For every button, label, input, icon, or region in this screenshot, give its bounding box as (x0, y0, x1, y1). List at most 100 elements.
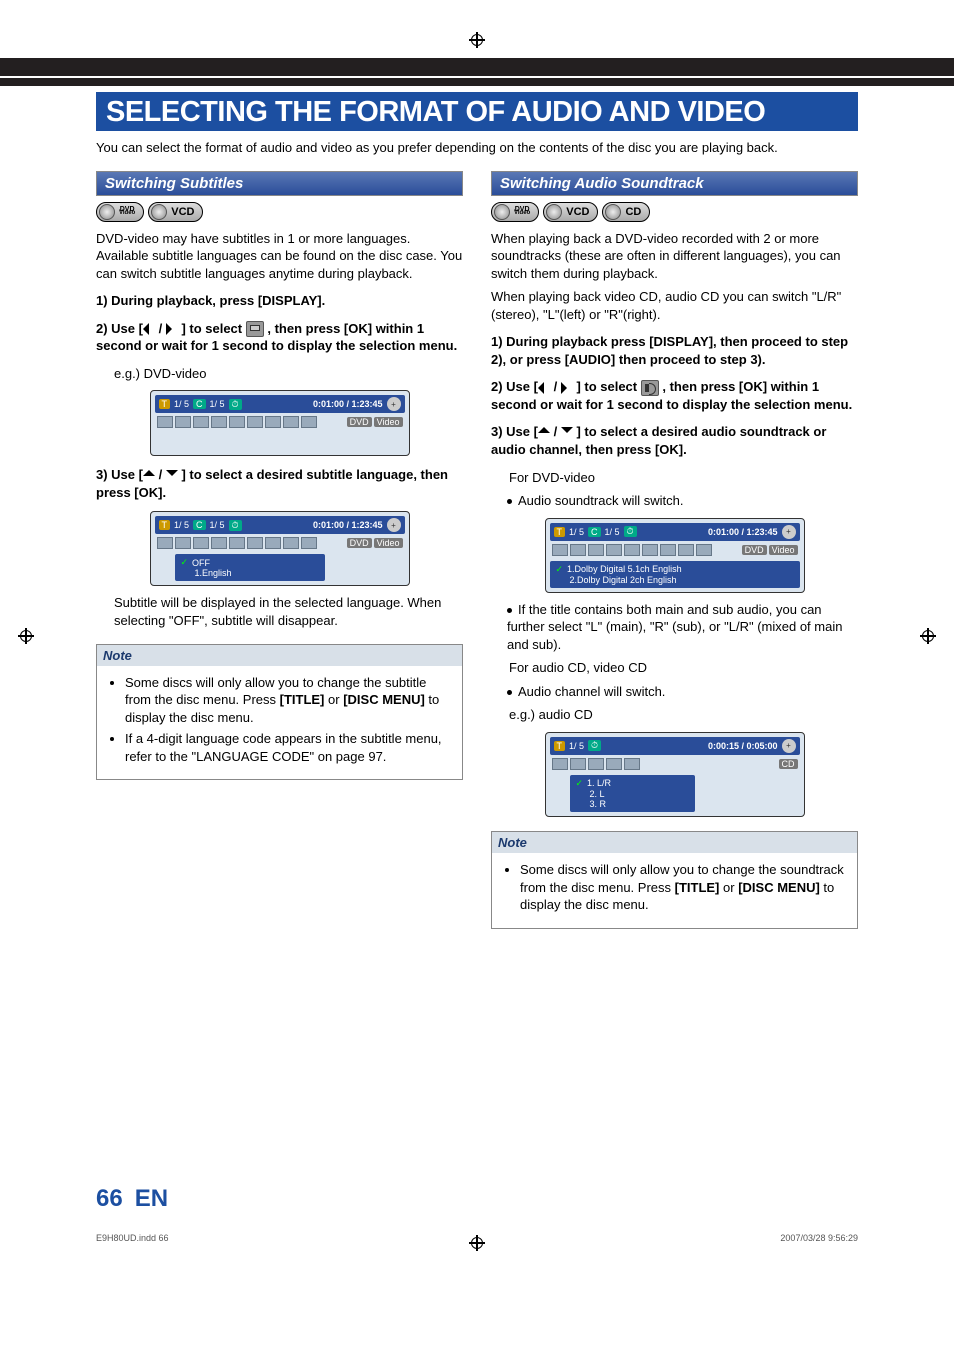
note-heading: Note (492, 832, 857, 853)
osd-icon (157, 537, 173, 549)
disc-icon (494, 204, 510, 220)
osd-title-counter: 1/ 5 (569, 527, 584, 537)
osd-icon (229, 537, 245, 549)
osd-icon (624, 544, 640, 556)
osd-chapter-counter: 1/ 5 (210, 399, 225, 409)
osd-example-4: T 1/ 5 ⏱ 0:00:15 / 0:05:00 + CD ✓1. L/R … (545, 732, 805, 817)
osd-badge: Video (374, 417, 403, 427)
osd-badge: DVD (742, 545, 767, 555)
left-column: Switching Subtitles DVDVideo VCD DVD-vid… (96, 171, 463, 929)
body-text: DVD-video may have subtitles in 1 or mor… (96, 230, 463, 283)
osd-chapter-chip: C (193, 520, 206, 530)
page-title: SELECTING THE FORMAT OF AUDIO AND VIDEO (96, 92, 858, 131)
osd-icon (247, 416, 263, 428)
osd-icon (570, 758, 586, 770)
osd-chapter-counter: 1/ 5 (210, 520, 225, 530)
subtitle-icon (246, 321, 264, 337)
osd-icon (624, 758, 640, 770)
osd-icon (193, 416, 209, 428)
down-arrow-icon (166, 470, 178, 482)
osd-menu-item: 1.Dolby Digital 5.1ch English (567, 564, 682, 574)
disc-icon (99, 204, 115, 220)
osd-title-counter: 1/ 5 (569, 741, 584, 751)
section-header-subtitles: Switching Subtitles (96, 171, 463, 196)
osd-icon (247, 537, 263, 549)
crop-mark-icon (469, 1235, 485, 1251)
note-item: Some discs will only allow you to change… (125, 674, 454, 727)
osd-icon (606, 758, 622, 770)
page-number: 66 (96, 1185, 123, 1213)
osd-title-chip: T (554, 527, 566, 537)
body-text: When playing back a DVD-video recorded w… (491, 230, 858, 283)
down-arrow-icon (561, 427, 573, 439)
bullet-text: Audio soundtrack will switch. (518, 493, 683, 508)
osd-title-counter: 1/ 5 (174, 520, 189, 530)
osd-chapter-chip: C (193, 399, 206, 409)
osd-chapter-chip: C (588, 527, 601, 537)
osd-key-icon: + (387, 518, 401, 532)
up-arrow-icon (538, 427, 550, 439)
disc-icon (605, 204, 621, 220)
for-cd-label: For audio CD, video CD (509, 659, 858, 677)
osd-key-icon: + (782, 525, 796, 539)
bullet-icon (507, 608, 512, 613)
disc-icon (151, 204, 167, 220)
osd-time: 0:00:15 / 0:05:00 (708, 741, 778, 751)
badge-label: VCD (566, 206, 589, 218)
crop-mark-icon (18, 628, 34, 644)
osd-time: 0:01:00 / 1:23:45 (708, 527, 778, 537)
osd-example-1: T 1/ 5 C 1/ 5 ⏱ 0:01:00 / 1:23:45 + DVD … (150, 390, 410, 456)
osd-icon (265, 416, 281, 428)
osd-badge: DVD (347, 538, 372, 548)
disc-badge-vcd: VCD (148, 202, 203, 222)
after-text: Subtitle will be displayed in the select… (114, 594, 463, 629)
osd-title-chip: T (554, 741, 566, 751)
osd-icon (301, 416, 317, 428)
crop-mark-icon (920, 628, 936, 644)
osd-example-3: T 1/ 5 C 1/ 5 ⏱ 0:01:00 / 1:23:45 + DVD … (545, 518, 805, 593)
step-3-label: 3) Use [ / ] to select a desired subtitl… (96, 467, 448, 500)
osd-time: 0:01:00 / 1:23:45 (313, 520, 383, 530)
bullet-text: Audio channel will switch. (518, 684, 665, 699)
check-icon: ✓ (576, 778, 584, 789)
osd-icon (301, 537, 317, 549)
osd-badge: DVD (347, 417, 372, 427)
osd-icon (211, 416, 227, 428)
disc-badge-vcd: VCD (543, 202, 598, 222)
osd-icon (283, 416, 299, 428)
bullet-icon (507, 499, 512, 504)
check-icon: ✓ (556, 564, 564, 575)
osd-icon (265, 537, 281, 549)
example-label: e.g.) audio CD (509, 706, 858, 724)
note-item: Some discs will only allow you to change… (520, 861, 849, 914)
footer-left: E9H80UD.indd 66 (96, 1233, 169, 1243)
bullet-text: If the title contains both main and sub … (507, 602, 842, 652)
disc-badge-cd: CD (602, 202, 650, 222)
osd-icon (696, 544, 712, 556)
osd-chapter-counter: 1/ 5 (605, 527, 620, 537)
osd-icon (175, 537, 191, 549)
osd-badge: Video (769, 545, 798, 555)
for-dvd-label: For DVD-video (509, 469, 858, 487)
osd-key-icon: + (387, 397, 401, 411)
left-arrow-icon (538, 382, 550, 394)
note-item: If a 4-digit language code appears in th… (125, 730, 454, 765)
osd-clock-icon: ⏱ (229, 520, 242, 531)
step-1-label: 1) During playback, press [DISPLAY]. (96, 293, 325, 308)
disc-badge-dvd: DVDVideo (96, 202, 144, 222)
osd-icon (229, 416, 245, 428)
step-1-label: 1) During playback press [DISPLAY], then… (491, 334, 848, 367)
example-label: e.g.) DVD-video (114, 365, 463, 383)
osd-icon (193, 537, 209, 549)
osd-menu-item: 1. L/R (587, 778, 611, 788)
osd-badge: CD (779, 759, 798, 769)
footer-right: 2007/03/28 9:56:29 (780, 1233, 858, 1243)
osd-icon (552, 544, 568, 556)
osd-icon (283, 537, 299, 549)
crop-mark-icon (469, 32, 485, 48)
osd-icon (678, 544, 694, 556)
osd-icon (157, 416, 173, 428)
osd-title-counter: 1/ 5 (174, 399, 189, 409)
osd-icon (588, 544, 604, 556)
osd-clock-icon: ⏱ (588, 740, 601, 751)
